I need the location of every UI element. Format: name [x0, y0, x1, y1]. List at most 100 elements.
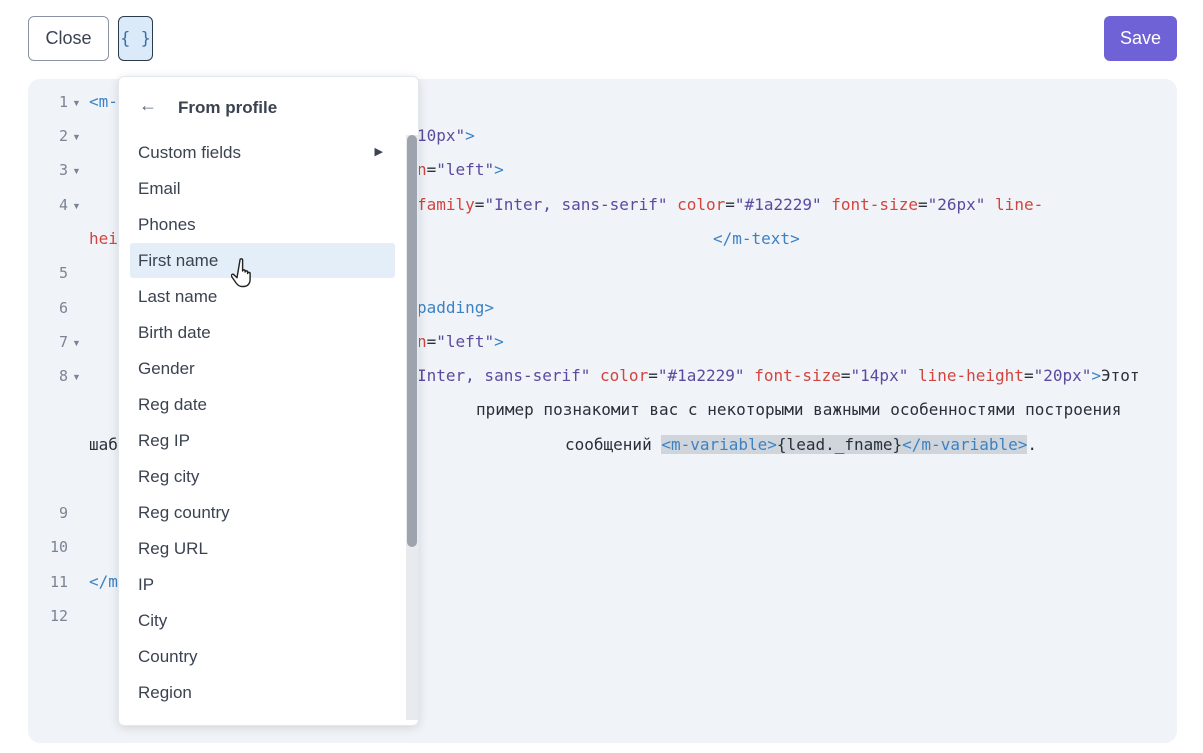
code-token: Этот [1101, 366, 1140, 385]
code-token: сообщений [565, 435, 662, 454]
fold-toggle-icon[interactable]: ▼ [72, 132, 81, 142]
line-number: 1 [58, 93, 68, 111]
code-token: family [417, 195, 475, 214]
line-number: 5 [58, 264, 68, 282]
code-line: сообщений <m-variable>{lead._fname}</m-v… [565, 435, 1037, 454]
menu-item-city[interactable]: City [130, 603, 395, 638]
caret-right-icon: ▶ [374, 146, 383, 158]
menu-item-birth-date[interactable]: Birth date [130, 315, 395, 350]
code-line: n="left"> [417, 332, 504, 351]
code-token: line-height [917, 366, 1024, 385]
line-number: 10 [49, 538, 68, 556]
code-token: > [494, 160, 504, 179]
insert-variable-button[interactable]: { } [118, 16, 153, 61]
code-token: = [426, 332, 437, 351]
code-token: "left" [436, 160, 495, 179]
code-token: font-size [754, 366, 841, 385]
code-token: "#1a2229" [734, 195, 822, 214]
code-line: family="Inter, sans-serif" color="#1a222… [417, 195, 1043, 214]
code-token: = [474, 195, 485, 214]
code-token: = [1023, 366, 1034, 385]
code-token: > [1091, 366, 1102, 385]
line-number: 4 [58, 196, 68, 214]
code-token: {lead._fname} [776, 435, 903, 454]
menu-item-country[interactable]: Country [130, 639, 395, 674]
code-token: </m-text> [713, 229, 800, 248]
menu-item-ip[interactable]: IP [130, 567, 395, 602]
scrollbar-thumb[interactable] [407, 135, 417, 547]
line-number: 2 [58, 127, 68, 145]
menu-item-label: Custom fields [138, 143, 241, 162]
line-number: 7 [58, 333, 68, 351]
line-number: 11 [49, 573, 68, 591]
menu-item-reg-country[interactable]: Reg country [130, 495, 395, 530]
code-token: = [725, 195, 735, 214]
fold-toggle-icon[interactable]: ▼ [72, 201, 81, 211]
code-token: 10px" [417, 126, 466, 145]
code-line: 10px"> [417, 126, 475, 145]
menu-item-first-name[interactable]: First name [130, 243, 395, 278]
code-token: "26px" [927, 195, 986, 214]
code-token: > [494, 332, 504, 351]
code-token: <m-variable> [661, 435, 777, 454]
line-number: 8 [58, 367, 68, 385]
code-token: </m [89, 572, 118, 591]
fold-toggle-icon[interactable]: ▼ [72, 166, 81, 176]
code-token: = [840, 366, 851, 385]
code-line: n="left"> [417, 160, 504, 179]
menu-item-email[interactable]: Email [130, 171, 395, 206]
code-token: line- [995, 195, 1044, 214]
menu-item-custom-fields[interactable]: Custom fields ▶ [130, 135, 395, 170]
close-button[interactable]: Close [28, 16, 109, 61]
menu-item-reg-date[interactable]: Reg date [130, 387, 395, 422]
code-token: . [1027, 435, 1038, 454]
arrow-left-icon[interactable]: ← [139, 95, 157, 116]
code-token: > [465, 126, 475, 145]
code-token: font-size [831, 195, 918, 214]
code-token: padding> [417, 298, 495, 317]
code-line: hei [89, 229, 118, 248]
dropdown-header: ← From profile [119, 95, 418, 123]
menu-item-phones[interactable]: Phones [130, 207, 395, 242]
menu-item-reg-city[interactable]: Reg city [130, 459, 395, 494]
save-button[interactable]: Save [1104, 16, 1177, 61]
code-token: пример познакомит вас с некоторыми важны… [476, 400, 1122, 419]
hand-pointer-icon [231, 258, 251, 288]
fold-toggle-icon[interactable]: ▼ [72, 372, 81, 382]
code-line: <m- [89, 92, 118, 111]
menu-item-reg-url[interactable]: Reg URL [130, 531, 395, 566]
code-token: "14px" [850, 366, 909, 385]
line-number: 12 [49, 607, 68, 625]
code-line: пример познакомит вас с некоторыми важны… [476, 400, 1121, 419]
code-line: padding> [417, 298, 494, 317]
dropdown-title: From profile [178, 98, 278, 117]
code-token: color [677, 195, 726, 214]
code-token: "left" [436, 332, 495, 351]
code-token: Inter, sans-serif" [417, 366, 591, 385]
code-token: = [426, 160, 437, 179]
line-number: 6 [58, 299, 68, 317]
code-token: hei [89, 229, 118, 248]
code-token: = [648, 366, 658, 385]
code-token: </m-variable> [902, 435, 1028, 454]
code-token: "20px" [1033, 366, 1092, 385]
code-token: "Inter, sans-serif" [484, 195, 668, 214]
fold-toggle-icon[interactable]: ▼ [72, 338, 81, 348]
code-token: <m- [89, 92, 118, 111]
menu-item-region[interactable]: Region [130, 675, 395, 710]
code-token: = [917, 195, 928, 214]
code-line: </m-text> [713, 229, 800, 248]
menu-item-gender[interactable]: Gender [130, 351, 395, 386]
menu-item-reg-ip[interactable]: Reg IP [130, 423, 395, 458]
fold-toggle-icon[interactable]: ▼ [72, 98, 81, 108]
code-token: "#1a2229" [657, 366, 745, 385]
code-line: </m [89, 572, 118, 591]
menu-item-last-name[interactable]: Last name [130, 279, 395, 314]
code-line: Inter, sans-serif" color="#1a2229" font-… [417, 366, 1140, 385]
code-token: шаб [89, 435, 118, 454]
